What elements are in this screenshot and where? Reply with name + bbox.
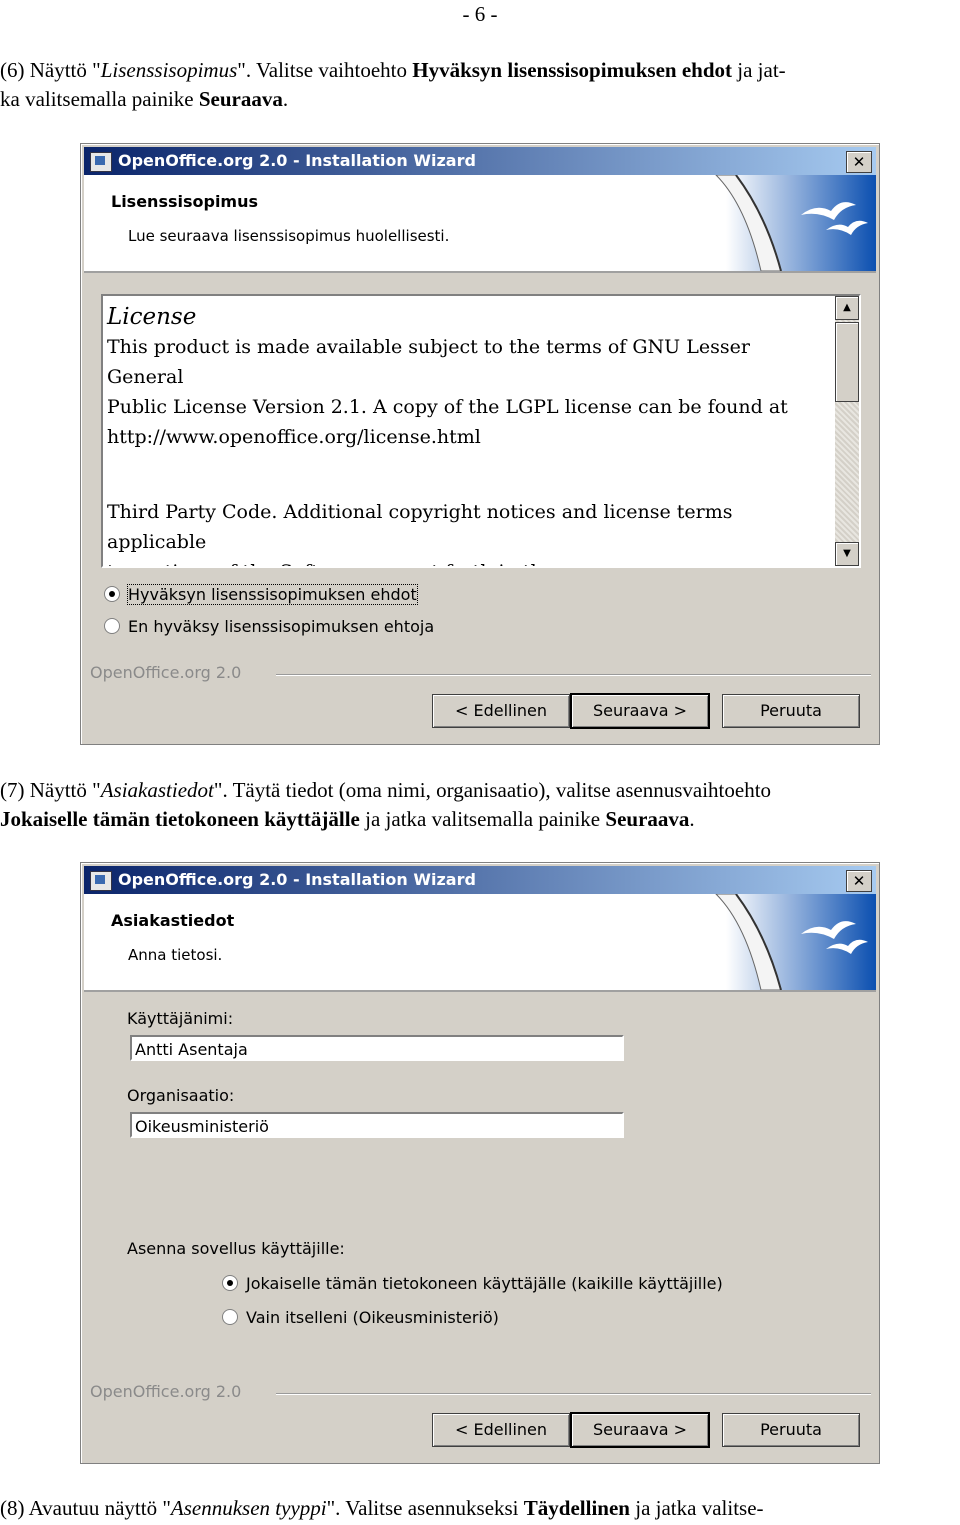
wizard-header: Asiakastiedot Anna tietosi.: [84, 894, 876, 992]
window-title: OpenOffice.org 2.0 - Installation Wizard: [118, 870, 476, 889]
title-bar: OpenOffice.org 2.0 - Installation Wizard…: [84, 147, 876, 175]
window-title: OpenOffice.org 2.0 - Installation Wizard: [118, 151, 476, 170]
openoffice-logo-icon: [715, 175, 876, 271]
license-text-area[interactable]: License This product is made available s…: [101, 294, 861, 568]
step-title: Lisenssisopimus: [111, 192, 259, 211]
step7-instruction: (7) Näyttö "Asiakastiedot". Täytä tiedot…: [0, 778, 772, 831]
license-line: Public License Version 2.1. A copy of th…: [107, 396, 788, 418]
license-heading: License: [107, 304, 197, 330]
back-button[interactable]: < Edellinen: [432, 1413, 570, 1447]
scroll-down-icon[interactable]: ▼: [835, 542, 859, 566]
step-subtitle: Lue seuraava lisenssisopimus huolellises…: [128, 227, 450, 245]
close-button[interactable]: ✕: [846, 870, 872, 892]
title-bar: OpenOffice.org 2.0 - Installation Wizard…: [84, 866, 876, 894]
username-label: Käyttäjänimi:: [127, 1009, 234, 1028]
separator: [276, 674, 871, 676]
scroll-up-icon[interactable]: ▲: [835, 296, 859, 320]
wizard-header: Lisenssisopimus Lue seuraava lisenssisop…: [84, 175, 876, 273]
license-line: to portions of the Software are set fort…: [107, 557, 831, 566]
next-button[interactable]: Seuraava >: [570, 1412, 710, 1448]
radio-only-me[interactable]: Vain itselleni (Oikeusministeriö): [222, 1308, 499, 1328]
installer-icon: [90, 152, 112, 172]
cancel-button[interactable]: Peruuta: [722, 1413, 860, 1447]
brand-label: OpenOffice.org 2.0: [90, 1382, 242, 1401]
license-url: http://www.openoffice.org/license.html: [107, 426, 481, 448]
license-line: Third Party Code. Additional copyright n…: [107, 501, 733, 553]
license-dialog: OpenOffice.org 2.0 - Installation Wizard…: [80, 143, 880, 745]
radio-accept-label: Hyväksyn lisenssisopimuksen ehdot: [127, 584, 418, 605]
radio-only-me-label: Vain itselleni (Oikeusministeriö): [246, 1308, 499, 1327]
radio-all-users-label: Jokaiselle tämän tietokoneen käyttäjälle…: [246, 1274, 723, 1293]
step-subtitle: Anna tietosi.: [128, 946, 223, 964]
separator: [276, 1393, 871, 1395]
customer-info-dialog: OpenOffice.org 2.0 - Installation Wizard…: [80, 862, 880, 1464]
install-for-label: Asenna sovellus käyttäjille:: [127, 1239, 345, 1258]
installer-icon: [90, 871, 112, 891]
step6-instruction: (6) Näyttö "Lisenssisopimus". Valitse va…: [0, 58, 786, 111]
radio-accept[interactable]: Hyväksyn lisenssisopimuksen ehdot: [104, 584, 418, 605]
page-number: - 6 -: [462, 2, 498, 26]
close-button[interactable]: ✕: [846, 151, 872, 173]
organization-input[interactable]: Oikeusministeriö: [130, 1112, 624, 1138]
step8-instruction: (8) Avautuu näyttö "Asennuksen tyyppi". …: [0, 1496, 764, 1520]
username-input[interactable]: Antti Asentaja: [130, 1035, 624, 1061]
radio-unselected-icon[interactable]: [104, 618, 120, 634]
license-line: This product is made available subject t…: [107, 336, 750, 388]
back-button[interactable]: < Edellinen: [432, 694, 570, 728]
scroll-thumb[interactable]: [835, 322, 859, 402]
brand-label: OpenOffice.org 2.0: [90, 663, 242, 682]
radio-decline-label: En hyväksy lisenssisopimuksen ehtoja: [128, 617, 435, 636]
cancel-button[interactable]: Peruuta: [722, 694, 860, 728]
vertical-scrollbar[interactable]: ▲ ▼: [835, 296, 859, 566]
next-button[interactable]: Seuraava >: [570, 693, 710, 729]
radio-selected-icon[interactable]: [104, 586, 120, 602]
step-title: Asiakastiedot: [111, 911, 235, 930]
radio-decline[interactable]: En hyväksy lisenssisopimuksen ehtoja: [104, 617, 434, 637]
radio-selected-icon[interactable]: [222, 1275, 238, 1291]
radio-all-users[interactable]: Jokaiselle tämän tietokoneen käyttäjälle…: [222, 1274, 723, 1294]
openoffice-logo-icon: [715, 894, 876, 990]
organization-label: Organisaatio:: [127, 1086, 235, 1105]
radio-unselected-icon[interactable]: [222, 1309, 238, 1325]
